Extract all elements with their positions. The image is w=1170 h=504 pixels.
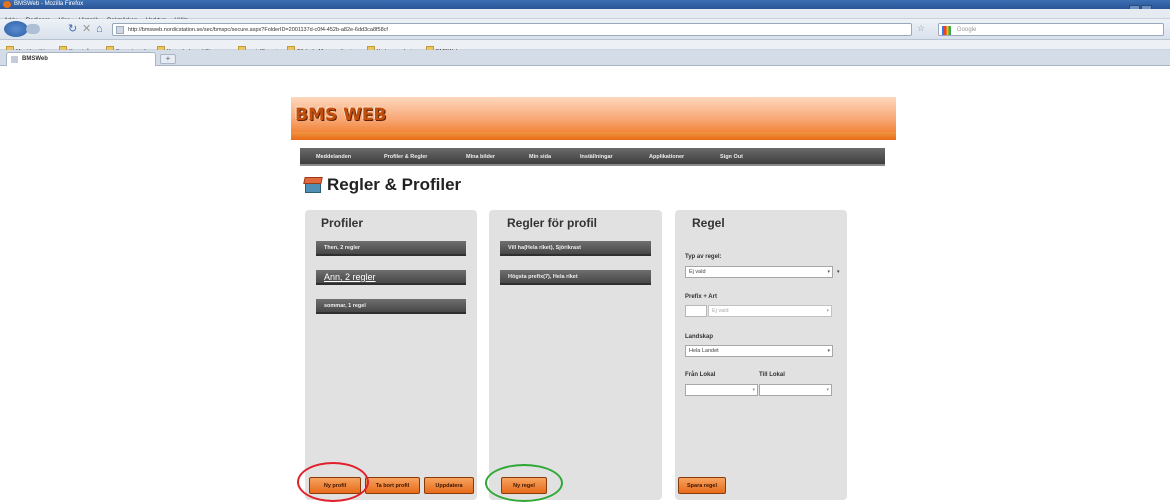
site-banner: BMS WEB (291, 97, 896, 140)
prefix-input[interactable] (685, 305, 707, 317)
navigation-toolbar: ↻ ✕ ⌂ http://bmsweb.nordicstation.se/sec… (0, 19, 1170, 40)
profile-item-selected[interactable]: Ann, 2 regler (316, 270, 466, 285)
bookmark-star-icon[interactable]: ☆ (917, 23, 925, 34)
nav-installningar[interactable]: Inställningar (580, 148, 613, 166)
landskap-label: Landskap (685, 334, 714, 340)
nav-sign-out[interactable]: Sign Out (720, 148, 743, 166)
tab-label: BMSWeb (22, 56, 48, 62)
rules-title: Regler för profil (507, 216, 598, 230)
rule-item[interactable]: Högsta prefix(7), Hela riket (500, 270, 651, 285)
from-locality-select[interactable]: ▾ (685, 384, 758, 396)
nav-min-sida[interactable]: Min sida (529, 148, 551, 166)
forward-button[interactable] (26, 24, 40, 34)
rule-detail-panel: Regel Typ av regel: Ej vald ▾ ▾ Prefix +… (675, 210, 847, 500)
to-locality-select[interactable]: ▾ (759, 384, 832, 396)
profile-item[interactable]: sommar, 1 regel (316, 299, 466, 314)
window-title: BMSWeb - Mozilla Firefox (14, 1, 84, 7)
google-icon (942, 26, 951, 35)
rule-item-label: Vill ha(Hela riket), Sjörikrast (508, 245, 581, 251)
new-tab-button[interactable]: + (160, 54, 176, 64)
tab-strip: BMSWeb + (0, 50, 1170, 66)
menu-bar: Arkiv Redigera Visa Historik Bokmärken V… (0, 9, 1170, 24)
main-nav: Meddelanden Profiler & Regler Mina bilde… (300, 148, 885, 166)
rule-item[interactable]: Vill ha(Hela riket), Sjörikrast (500, 241, 651, 256)
rules-box-icon (303, 175, 323, 194)
page-title: Regler & Profiler (327, 175, 462, 194)
tab-favicon-icon (11, 56, 18, 63)
tab-bmsweb[interactable]: BMSWeb (6, 52, 156, 66)
profiler-title: Profiler (321, 216, 364, 230)
update-label: Uppdatera (435, 483, 463, 489)
green-highlight-ring (485, 464, 563, 502)
window-controls (1128, 0, 1168, 31)
banner-strip (291, 132, 896, 140)
profile-item-label: Ann, 2 regler (324, 272, 376, 282)
profiler-panel: Profiler Then, 2 regler Ann, 2 regler so… (305, 210, 477, 500)
chevron-down-icon: ▾ (826, 387, 829, 393)
rule-type-label: Typ av regel: (685, 254, 722, 260)
site-favicon-icon (116, 26, 124, 34)
chevron-down-icon: ▾ (826, 308, 829, 314)
species-select[interactable]: Ej vald ▾ (708, 305, 832, 317)
address-bar[interactable]: http://bmsweb.nordicstation.se/sec/bmspc… (112, 23, 912, 36)
red-highlight-ring (297, 462, 369, 502)
chevron-down-icon: ▾ (827, 348, 830, 354)
rule-type-select[interactable]: Ej vald ▾ (685, 266, 833, 278)
rule-type-value: Ej vald (689, 269, 706, 275)
rule-detail-title: Regel (692, 216, 725, 230)
search-box[interactable]: Google (938, 23, 1164, 36)
nav-mina-bilder[interactable]: Mina bilder (466, 148, 495, 166)
nav-profiler-regler[interactable]: Profiler & Regler (384, 148, 427, 166)
delete-profile-button[interactable]: Ta bort profil (365, 477, 420, 494)
nav-applikationer[interactable]: Applikationer (649, 148, 684, 166)
search-placeholder: Google (957, 27, 977, 33)
bookmarks-toolbar: Mest besökta Kom igång Senaste nytt Kung… (0, 40, 1170, 55)
delete-profile-label: Ta bort profil (375, 483, 410, 489)
update-button[interactable]: Uppdatera (424, 477, 474, 494)
species-value: Ej vald (712, 308, 729, 314)
rules-panel: Regler för profil Vill ha(Hela riket), S… (489, 210, 662, 500)
save-rule-label: Spara regel (687, 483, 717, 489)
site-logo: BMS WEB (295, 105, 387, 125)
from-locality-label: Från Lokal (685, 372, 716, 378)
landskap-value: Hela Landet (689, 348, 719, 354)
chevron-down-icon[interactable]: ▾ (837, 269, 840, 275)
landskap-select[interactable]: Hela Landet ▾ (685, 345, 833, 357)
reload-icon[interactable]: ↻ (68, 23, 77, 35)
prefix-label: Prefix + Art (685, 294, 717, 300)
profile-item[interactable]: Then, 2 regler (316, 241, 466, 256)
home-icon[interactable]: ⌂ (96, 23, 103, 35)
profile-item-label: Then, 2 regler (324, 245, 361, 251)
rule-item-label: Högsta prefix(7), Hela riket (508, 274, 578, 280)
back-button[interactable] (4, 21, 28, 37)
stop-icon[interactable]: ✕ (82, 23, 91, 35)
save-rule-button[interactable]: Spara regel (678, 477, 726, 494)
to-locality-label: Till Lokal (759, 372, 785, 378)
profile-item-label: sommar, 1 regel (324, 303, 366, 309)
chevron-down-icon: ▾ (752, 387, 755, 393)
chevron-down-icon: ▾ (827, 269, 830, 275)
address-bar-url: http://bmsweb.nordicstation.se/sec/bmspc… (128, 27, 388, 33)
firefox-icon (3, 1, 11, 8)
nav-meddelanden[interactable]: Meddelanden (316, 148, 351, 166)
window-titlebar: BMSWeb - Mozilla Firefox (0, 0, 1170, 31)
